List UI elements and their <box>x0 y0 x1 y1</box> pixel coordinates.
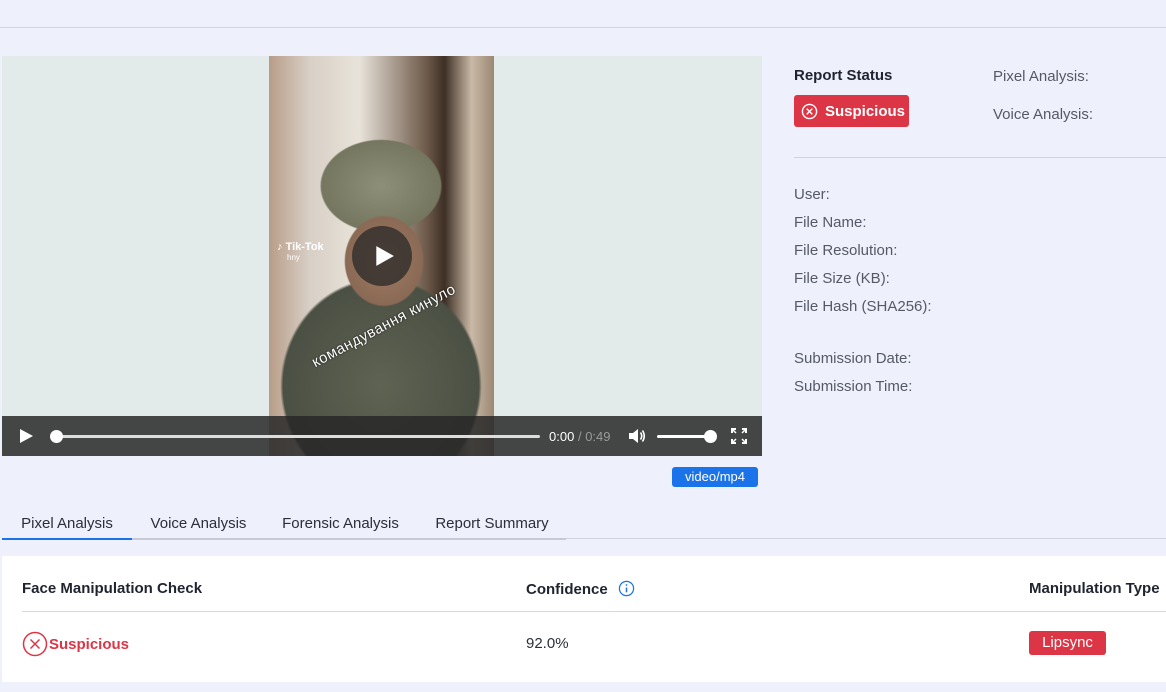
tab-voice-analysis[interactable]: Voice Analysis <box>132 512 265 540</box>
pixel-analysis-label: Pixel Analysis: <box>993 68 1089 85</box>
meta-user-label: User: <box>794 186 830 203</box>
header-face-manipulation-check: Face Manipulation Check <box>22 580 203 597</box>
duration: 0:49 <box>585 429 611 444</box>
row-status: Suspicious <box>22 631 129 657</box>
volume-handle[interactable] <box>704 430 717 443</box>
meta-file-resolution-label: File Resolution: <box>794 242 898 259</box>
play-icon <box>376 246 394 266</box>
video-watermark: ♪ Tik-Tok hny <box>277 241 324 262</box>
row-status-label: Suspicious <box>49 635 130 653</box>
fullscreen-icon[interactable] <box>731 428 747 444</box>
results-table: Face Manipulation Check Confidence Manip… <box>2 556 1166 682</box>
volume-slider[interactable] <box>657 435 711 438</box>
panel-divider <box>794 157 1166 158</box>
current-time: 0:00 <box>549 429 575 444</box>
report-status-label: Suspicious <box>825 102 906 120</box>
meta-submission-time-label: Submission Time: <box>794 378 913 395</box>
video-caption: командування кинуло <box>309 280 459 372</box>
manipulation-type-badge: Lipsync <box>1029 631 1106 655</box>
volume-icon[interactable] <box>628 428 646 444</box>
report-status-title: Report Status <box>794 67 893 84</box>
x-circle-icon <box>801 103 818 119</box>
seek-handle[interactable] <box>50 430 63 443</box>
row-confidence: 92.0% <box>526 635 569 652</box>
top-divider <box>0 27 1166 28</box>
header-confidence-label: Confidence <box>526 581 608 598</box>
mime-type-badge: video/mp4 <box>672 467 758 487</box>
analysis-tabs: Pixel Analysis Voice Analysis Forensic A… <box>2 512 1166 540</box>
header-manipulation-type: Manipulation Type <box>1029 580 1160 597</box>
info-icon[interactable] <box>618 580 635 597</box>
watermark-user: hny <box>287 253 300 262</box>
tiktok-icon: ♪ <box>277 241 283 253</box>
time-display: 0:00 / 0:49 <box>549 429 611 444</box>
big-play-button[interactable] <box>352 226 412 286</box>
video-player[interactable]: ♪ Tik-Tok hny командування кинуло 0:00 /… <box>2 56 762 456</box>
meta-file-size-label: File Size (KB): <box>794 270 890 287</box>
tab-report-summary[interactable]: Report Summary <box>416 512 568 540</box>
meta-submission-date-label: Submission Date: <box>794 350 912 367</box>
tab-pixel-analysis[interactable]: Pixel Analysis <box>2 512 132 540</box>
meta-file-hash-label: File Hash (SHA256): <box>794 298 932 315</box>
time-separator: / <box>577 429 582 444</box>
header-confidence: Confidence <box>526 580 635 598</box>
x-circle-icon <box>22 631 48 657</box>
table-header-divider <box>22 611 1166 612</box>
voice-analysis-label: Voice Analysis: <box>993 106 1094 123</box>
tab-forensic-analysis[interactable]: Forensic Analysis <box>265 512 416 540</box>
seek-bar[interactable] <box>54 435 540 438</box>
meta-file-name-label: File Name: <box>794 214 867 231</box>
play-icon[interactable] <box>18 428 34 444</box>
report-status-badge: Suspicious <box>794 95 909 127</box>
video-controls: 0:00 / 0:49 <box>2 416 762 456</box>
watermark-brand: Tik-Tok <box>285 241 324 253</box>
